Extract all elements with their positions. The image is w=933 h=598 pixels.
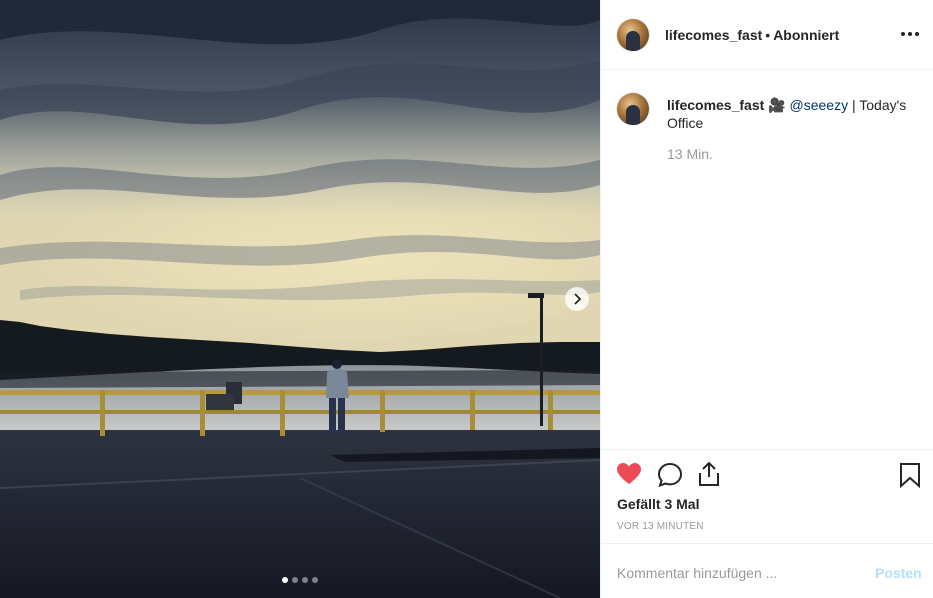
instagram-post: lifecomes_fast • Abonniert lifecomes_fast … bbox=[0, 0, 933, 598]
likes-count[interactable]: Gefällt 3 Mal bbox=[617, 496, 699, 512]
save-button[interactable] bbox=[899, 462, 921, 493]
post-photo[interactable] bbox=[0, 0, 600, 598]
header-username-link[interactable]: lifecomes_fast bbox=[665, 27, 762, 43]
caption-avatar[interactable] bbox=[617, 93, 649, 125]
chevron-right-icon bbox=[574, 293, 582, 305]
avatar[interactable] bbox=[617, 19, 649, 51]
comment-button[interactable] bbox=[657, 462, 683, 493]
carousel-indicator bbox=[282, 577, 318, 583]
like-button[interactable] bbox=[616, 462, 642, 491]
carousel-dot bbox=[312, 577, 318, 583]
heart-filled-icon bbox=[617, 463, 641, 484]
next-slide-button[interactable] bbox=[565, 287, 589, 311]
caption-text: lifecomes_fast 🎥 @seeezy | Today's Offic… bbox=[667, 96, 917, 132]
more-options-icon[interactable] bbox=[901, 32, 919, 36]
comment-input[interactable] bbox=[617, 559, 847, 587]
bookmark-icon bbox=[900, 463, 920, 489]
carousel-dot bbox=[282, 577, 288, 583]
follow-status-button[interactable]: Abonniert bbox=[773, 27, 839, 43]
mention-link[interactable]: @seeezy bbox=[790, 97, 849, 113]
post-comment-button[interactable]: Posten bbox=[875, 565, 922, 581]
carousel-dot bbox=[292, 577, 298, 583]
camera-emoji: 🎥 bbox=[768, 97, 786, 113]
lake-sunset-photo bbox=[0, 0, 600, 598]
post-actions: Gefällt 3 Mal VOR 13 MINUTEN bbox=[601, 449, 933, 544]
header-separator: • bbox=[765, 27, 771, 43]
share-icon bbox=[699, 461, 719, 486]
caption-timestamp: 13 Min. bbox=[667, 146, 713, 162]
post-sidebar: lifecomes_fast • Abonniert lifecomes_fast … bbox=[600, 0, 933, 598]
carousel-dot bbox=[302, 577, 308, 583]
caption-username-link[interactable]: lifecomes_fast bbox=[667, 97, 764, 113]
post-timestamp[interactable]: VOR 13 MINUTEN bbox=[617, 521, 704, 532]
speech-bubble-icon bbox=[657, 462, 683, 488]
share-button[interactable] bbox=[697, 461, 721, 492]
post-header: lifecomes_fast • Abonniert bbox=[601, 0, 933, 70]
comment-form: Posten bbox=[601, 543, 933, 598]
header-text: lifecomes_fast • Abonniert bbox=[665, 27, 839, 43]
